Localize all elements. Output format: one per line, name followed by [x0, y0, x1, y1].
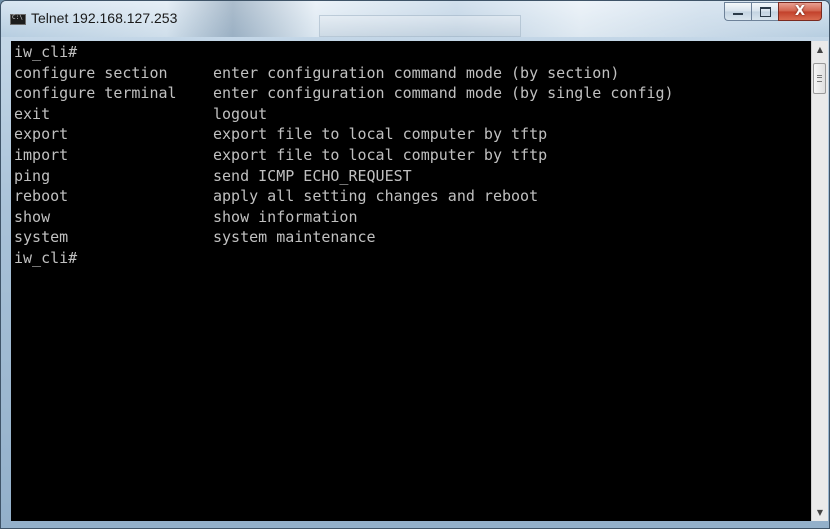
command-description: export file to local computer by tftp: [213, 145, 548, 164]
command-name: configure terminal: [14, 84, 177, 103]
command-description: send ICMP ECHO_REQUEST: [213, 166, 412, 185]
command-description: apply all setting changes and reboot: [213, 187, 539, 206]
command-description: show information: [213, 207, 358, 226]
minimize-button[interactable]: [724, 2, 751, 21]
command-line: show show information: [14, 207, 358, 228]
command-line: configure section enter configuration co…: [14, 63, 619, 84]
background-window-fragment: [319, 15, 521, 37]
terminal-output[interactable]: iw_cli# configure section enter configur…: [11, 41, 811, 521]
command-description: enter configuration command mode (by sec…: [213, 63, 620, 82]
command-line: import export file to local computer by …: [14, 145, 547, 166]
prompt-line: iw_cli#: [14, 42, 86, 63]
maximize-icon: [760, 7, 771, 17]
command-description: export file to local computer by tftp: [213, 125, 548, 144]
command-line: system system maintenance: [14, 227, 376, 248]
telnet-window: Telnet 192.168.127.253 X iw_cli# configu…: [0, 0, 830, 529]
terminal-lines: iw_cli# configure section enter configur…: [14, 42, 674, 269]
minimize-icon: [733, 13, 743, 15]
scroll-thumb[interactable]: [813, 63, 826, 94]
maximize-button[interactable]: [751, 2, 778, 21]
prompt-text: iw_cli#: [14, 43, 78, 61]
prompt-text: iw_cli#: [14, 248, 78, 267]
vertical-scrollbar[interactable]: ▲ ▼: [811, 41, 828, 521]
command-name: reboot: [14, 187, 69, 206]
scroll-up-arrow-icon[interactable]: ▲: [812, 41, 828, 58]
close-icon: X: [794, 4, 806, 19]
command-name: exit: [14, 104, 51, 123]
command-line: reboot apply all setting changes and reb…: [14, 186, 538, 207]
command-name: export: [14, 125, 69, 144]
close-button[interactable]: X: [778, 2, 822, 21]
scroll-down-arrow-icon[interactable]: ▼: [812, 504, 828, 521]
command-name: configure section: [14, 63, 168, 82]
command-description: system maintenance: [213, 228, 376, 247]
command-name: import: [14, 145, 69, 164]
command-line: exit logout: [14, 104, 267, 125]
command-line: ping send ICMP ECHO_REQUEST: [14, 166, 412, 187]
window-title: Telnet 192.168.127.253: [31, 10, 178, 26]
prompt-line: iw_cli#: [14, 248, 86, 269]
command-name: show: [14, 207, 51, 226]
window-controls: X: [724, 2, 822, 21]
command-name: system: [14, 228, 69, 247]
command-line: configure terminal enter configuration c…: [14, 83, 674, 104]
command-name: ping: [14, 166, 51, 185]
title-bar[interactable]: Telnet 192.168.127.253 X: [1, 1, 829, 37]
command-description: logout: [213, 104, 268, 123]
command-description: enter configuration command mode (by sin…: [213, 84, 674, 103]
console-icon[interactable]: [10, 14, 26, 25]
command-line: export export file to local computer by …: [14, 124, 547, 145]
